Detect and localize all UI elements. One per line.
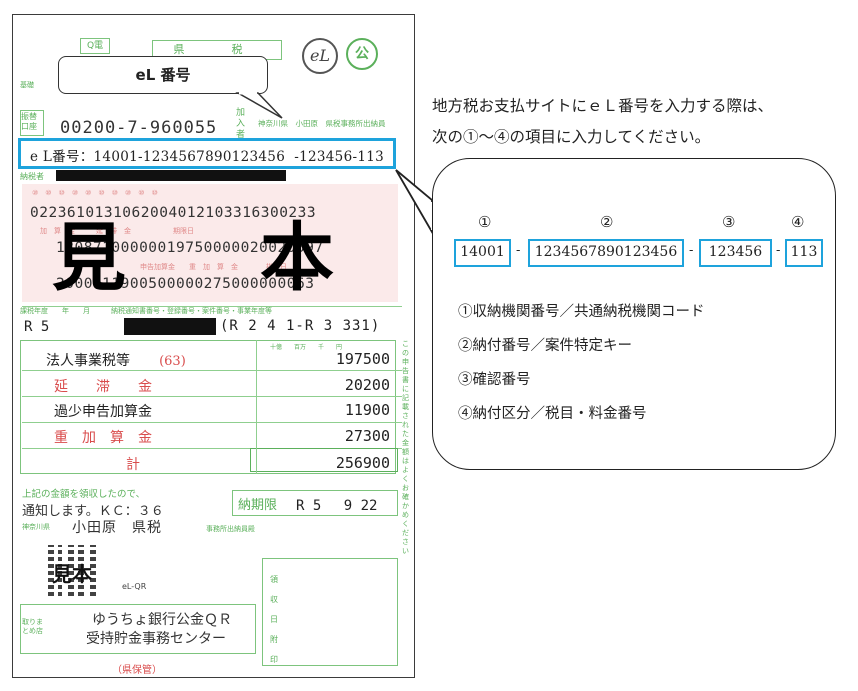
explanation-line-1: 地方税お支払サイトにｅＬ番号を入力する際は、 bbox=[432, 97, 774, 115]
marker-1: ① bbox=[478, 213, 492, 231]
legend-item: ②納付番号／案件特定キー bbox=[458, 338, 632, 354]
marker-4: ④ bbox=[791, 213, 805, 231]
separator: - bbox=[516, 243, 521, 258]
legend-item: ④納付区分／税目・料金番号 bbox=[458, 406, 647, 422]
part-4-box: 113 bbox=[785, 239, 823, 267]
marker-3: ③ bbox=[722, 213, 736, 231]
marker-2: ② bbox=[600, 213, 614, 231]
legend-item: ③確認番号 bbox=[458, 372, 531, 388]
separator: - bbox=[689, 243, 694, 258]
explanation-line-2: 次の①～④の項目に入力してください。 bbox=[432, 128, 711, 146]
part-1-box: 14001 bbox=[454, 239, 511, 267]
separator: - bbox=[776, 243, 781, 258]
part-2-box: 1234567890123456 bbox=[528, 239, 684, 267]
legend-item: ①収納機関番号／共通納税機関コード bbox=[458, 304, 705, 320]
el-number-balloon-label: eL 番号 bbox=[135, 66, 191, 84]
part-3-box: 123456 bbox=[699, 239, 772, 267]
